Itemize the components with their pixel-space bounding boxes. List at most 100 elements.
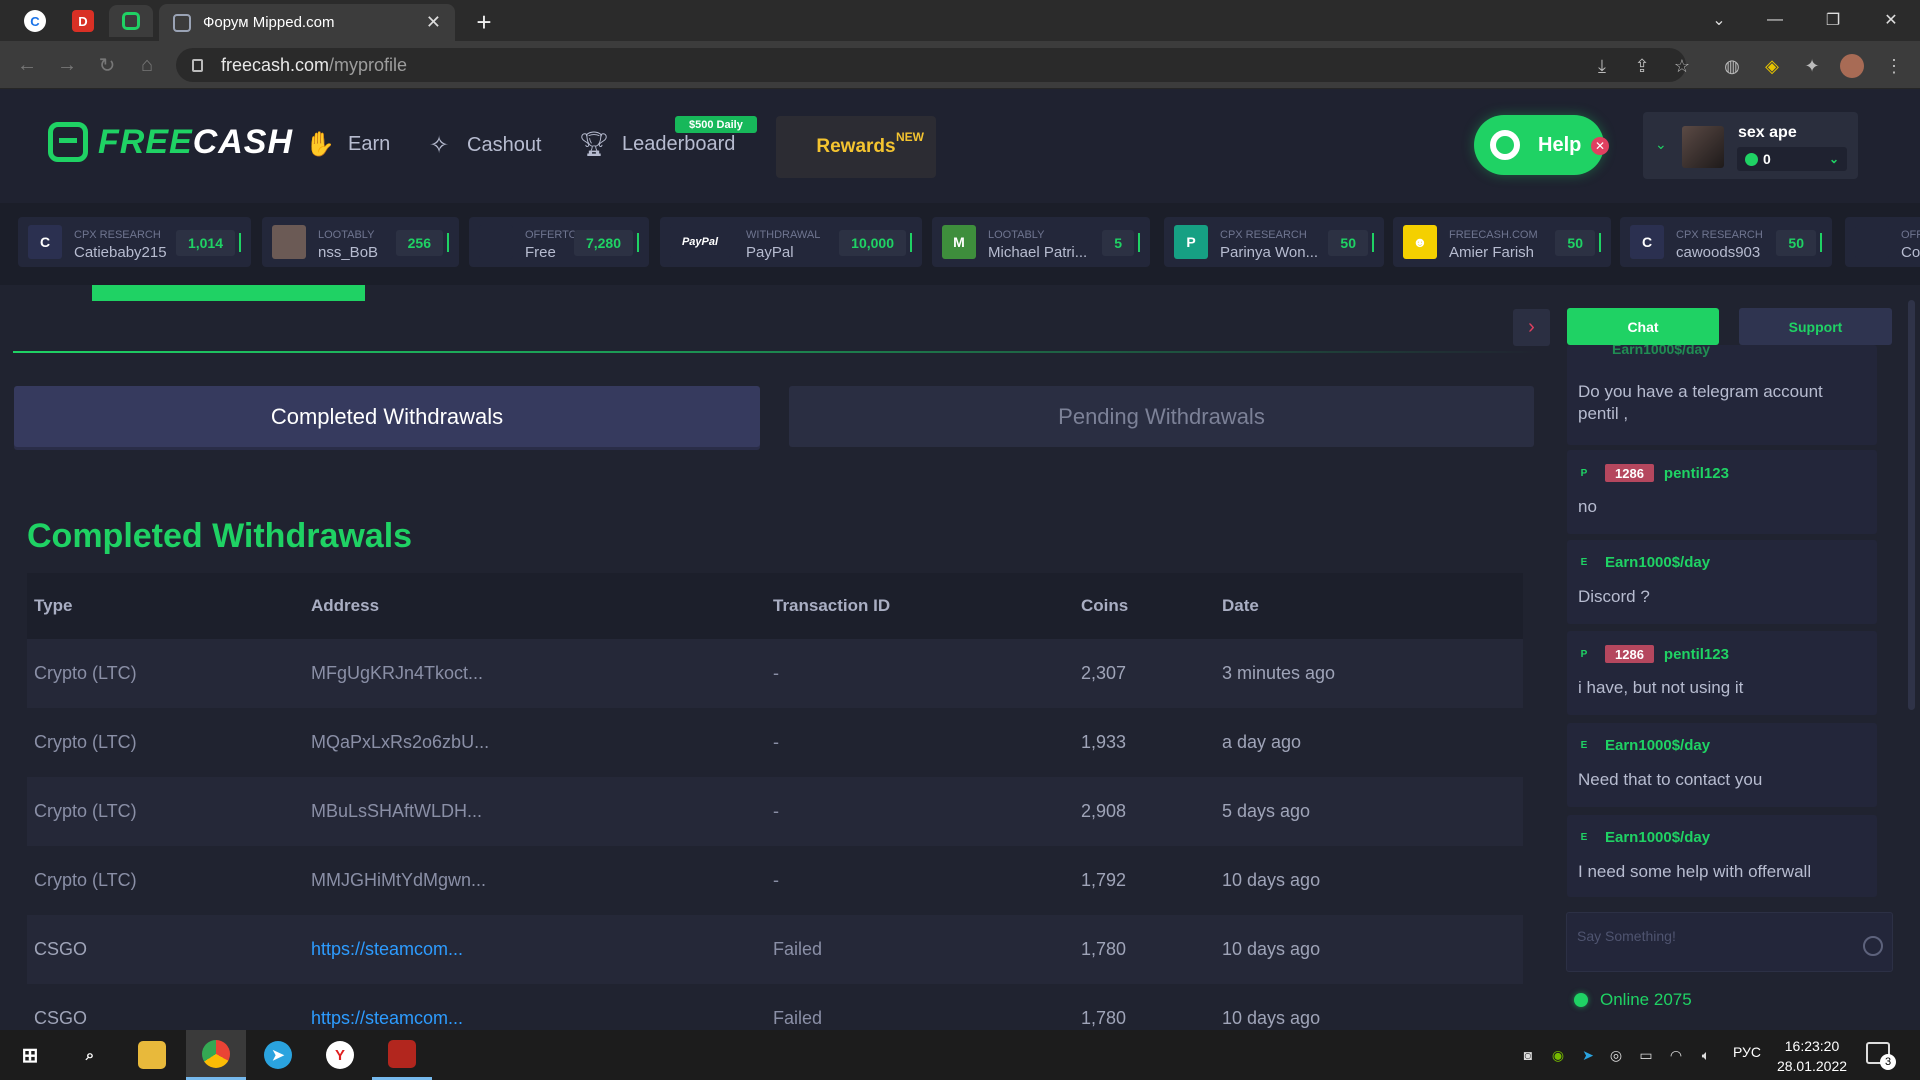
browser-menu-icon[interactable]: ⋮	[1882, 54, 1906, 78]
taskbar-yandex[interactable]: Y	[310, 1030, 370, 1080]
ticker-amount: 50	[1776, 230, 1816, 256]
help-close-icon[interactable]: ✕	[1591, 137, 1609, 155]
logo-text-cash: CASH	[192, 122, 294, 161]
chat-message-username[interactable]: Earn1000$/day	[1605, 829, 1710, 846]
search-button[interactable]: ⌕	[60, 1030, 120, 1080]
chat-message-username[interactable]: Earn1000$/day	[1605, 737, 1710, 754]
cell-transaction-id: -	[773, 870, 779, 890]
steam-tray-icon[interactable]: ◎	[1606, 1045, 1626, 1065]
battery-icon[interactable]: ▭	[1636, 1045, 1656, 1065]
ticker-item[interactable]: PayPal WITHDRAWAL PayPal 10,000	[660, 217, 922, 267]
chevron-down-icon[interactable]: ⌄	[1655, 136, 1667, 153]
input-language[interactable]: РУС	[1733, 1044, 1761, 1060]
taskbar-dota[interactable]	[372, 1030, 432, 1080]
chat-input[interactable]	[1577, 925, 1847, 947]
share-icon[interactable]: ⇪	[1630, 54, 1654, 78]
table-row: Crypto (LTC) MMJGHiMtYdMgwn... - 1,792 10 da…	[27, 846, 1523, 915]
ticker-item[interactable]: M LOOTABLY Michael Patri... 5	[932, 217, 1150, 267]
cell-type: Crypto (LTC)	[34, 801, 137, 821]
pinned-tab-1[interactable]: C	[13, 5, 57, 37]
ticker-source-icon: M	[942, 225, 976, 259]
ticker-item[interactable]: P CPX RESEARCH Parinya Won... 50	[1164, 217, 1384, 267]
ticker-source: LOOTABLY	[988, 229, 1045, 241]
taskbar-telegram[interactable]: ➤	[248, 1030, 308, 1080]
bookmark-star-icon[interactable]: ☆	[1670, 54, 1694, 78]
help-button[interactable]: Help	[1474, 115, 1604, 175]
tab-pending-withdrawals[interactable]: Pending Withdrawals	[789, 386, 1534, 447]
forward-icon[interactable]: →	[56, 54, 78, 76]
nav-cashout[interactable]: ✧ Cashout	[425, 131, 542, 159]
clock[interactable]: 16:23:20 28.01.2022	[1776, 1036, 1848, 1076]
reload-icon[interactable]: ↻	[96, 54, 118, 77]
ticker-item[interactable]: ☻ FREECASH.COM Amier Farish 50	[1393, 217, 1611, 267]
cell-address: MMJGHiMtYdMgwn...	[311, 870, 487, 890]
globe-extension-icon[interactable]: ◍	[1720, 54, 1744, 78]
user-level-icon: P	[1580, 648, 1588, 660]
tab-chat[interactable]: Chat	[1567, 308, 1719, 345]
coin-extension-icon[interactable]: ◈	[1760, 54, 1784, 78]
chat-scrollbar[interactable]	[1908, 300, 1915, 710]
ticker-item[interactable]: C CPX RESEARCH Catiebaby215 1,014	[18, 217, 251, 267]
cell-type: Crypto (LTC)	[34, 732, 137, 752]
tab-completed-withdrawals[interactable]: Completed Withdrawals	[14, 386, 760, 447]
ticker-source: CPX RESEARCH	[1220, 229, 1307, 241]
profile-avatar-icon[interactable]	[1840, 54, 1864, 78]
nav-leaderboard[interactable]: 🏆︎ Leaderboard	[579, 130, 736, 158]
cashout-icon: ✧	[428, 131, 450, 159]
notification-center-icon[interactable]: 3	[1866, 1042, 1896, 1070]
collapse-chat-button[interactable]: ›	[1513, 309, 1550, 346]
volume-icon[interactable]: 🔈︎	[1696, 1045, 1716, 1065]
chat-message-username[interactable]: pentil123	[1664, 465, 1729, 482]
online-count: Online 2075	[1574, 990, 1692, 1010]
ticker-user: Parinya Won...	[1220, 244, 1319, 261]
nav-earn[interactable]: ✋ Earn	[305, 130, 390, 158]
restore-button[interactable]: ❐	[1810, 6, 1856, 34]
ticker-item[interactable]: OFFERTORO Free 7,280	[469, 217, 649, 267]
wifi-icon[interactable]: ◠	[1666, 1045, 1686, 1065]
emoji-icon[interactable]	[1863, 936, 1883, 956]
site-header: FREECASH ✋ Earn ✧ Cashout $500 Daily 🏆︎ …	[0, 90, 1920, 203]
ticker-source-icon: PayPal	[670, 225, 730, 259]
home-icon[interactable]: ⌂	[136, 54, 158, 76]
url-input[interactable]: freecash.com/myprofile	[176, 48, 1686, 82]
balance-dropdown[interactable]: 0 ⌄	[1737, 147, 1847, 171]
rewards-button[interactable]: Rewards NEW	[776, 116, 936, 178]
chat-message-username[interactable]: Earn1000$/day	[1612, 341, 1710, 357]
ticker-source-icon	[1855, 225, 1889, 259]
ticker-item[interactable]: LOOTABLY nss_BoB 256	[262, 217, 459, 267]
avatar[interactable]	[1682, 126, 1724, 168]
chat-message-username[interactable]: Earn1000$/day	[1605, 554, 1710, 571]
lifebuoy-icon	[1490, 130, 1520, 160]
coin-icon	[1745, 152, 1758, 166]
taskbar-explorer[interactable]	[122, 1030, 182, 1080]
discord-tray-icon[interactable]: ◙	[1518, 1045, 1538, 1065]
ticker-source-icon	[479, 225, 513, 259]
telegram-tray-icon[interactable]: ➤	[1578, 1045, 1598, 1065]
user-menu[interactable]: ⌄ sex ape 0 ⌄	[1643, 112, 1858, 179]
nvidia-tray-icon[interactable]: ◉	[1548, 1045, 1568, 1065]
freecash-logo[interactable]: FREECASH	[48, 122, 293, 162]
new-tab-button[interactable]: +	[470, 7, 498, 37]
install-icon[interactable]: ⤓	[1590, 54, 1614, 78]
start-button[interactable]: ⊞	[0, 1030, 60, 1080]
tab-search-icon[interactable]: ⌄	[1696, 6, 1742, 34]
ticker-amount: 10,000	[839, 230, 906, 256]
chat-message-username[interactable]: pentil123	[1664, 646, 1729, 663]
close-window-button[interactable]: ✕	[1868, 6, 1914, 34]
chat-input-box[interactable]	[1566, 912, 1893, 972]
ticker-item[interactable]: C CPX RESEARCH cawoods903 50	[1620, 217, 1832, 267]
pinned-tab-2[interactable]: D	[61, 5, 105, 37]
windows-taskbar: ⊞ ⌕ ➤ Y ◙ ◉ ➤ ◎ ▭ ◠ 🔈︎ РУС 16:23:20 28.0…	[0, 1030, 1920, 1080]
ticker-item[interactable]: OFFER Cory	[1845, 217, 1920, 267]
taskbar-chrome[interactable]	[186, 1030, 246, 1080]
chat-message-meta: E Earn1000$/day	[1577, 737, 1710, 754]
tab-support[interactable]: Support	[1739, 308, 1892, 345]
minimize-button[interactable]: —	[1752, 6, 1798, 34]
tab-mipped[interactable]: Форум Mipped.com ✕	[159, 4, 455, 41]
back-icon[interactable]: ←	[16, 54, 38, 76]
pinned-tab-3[interactable]	[109, 5, 153, 37]
cell-address[interactable]: https://steamcom...	[311, 915, 463, 984]
close-tab-icon[interactable]: ✕	[426, 12, 441, 33]
extensions-puzzle-icon[interactable]: ✦	[1800, 54, 1824, 78]
ticker-amount: 5	[1102, 230, 1134, 256]
